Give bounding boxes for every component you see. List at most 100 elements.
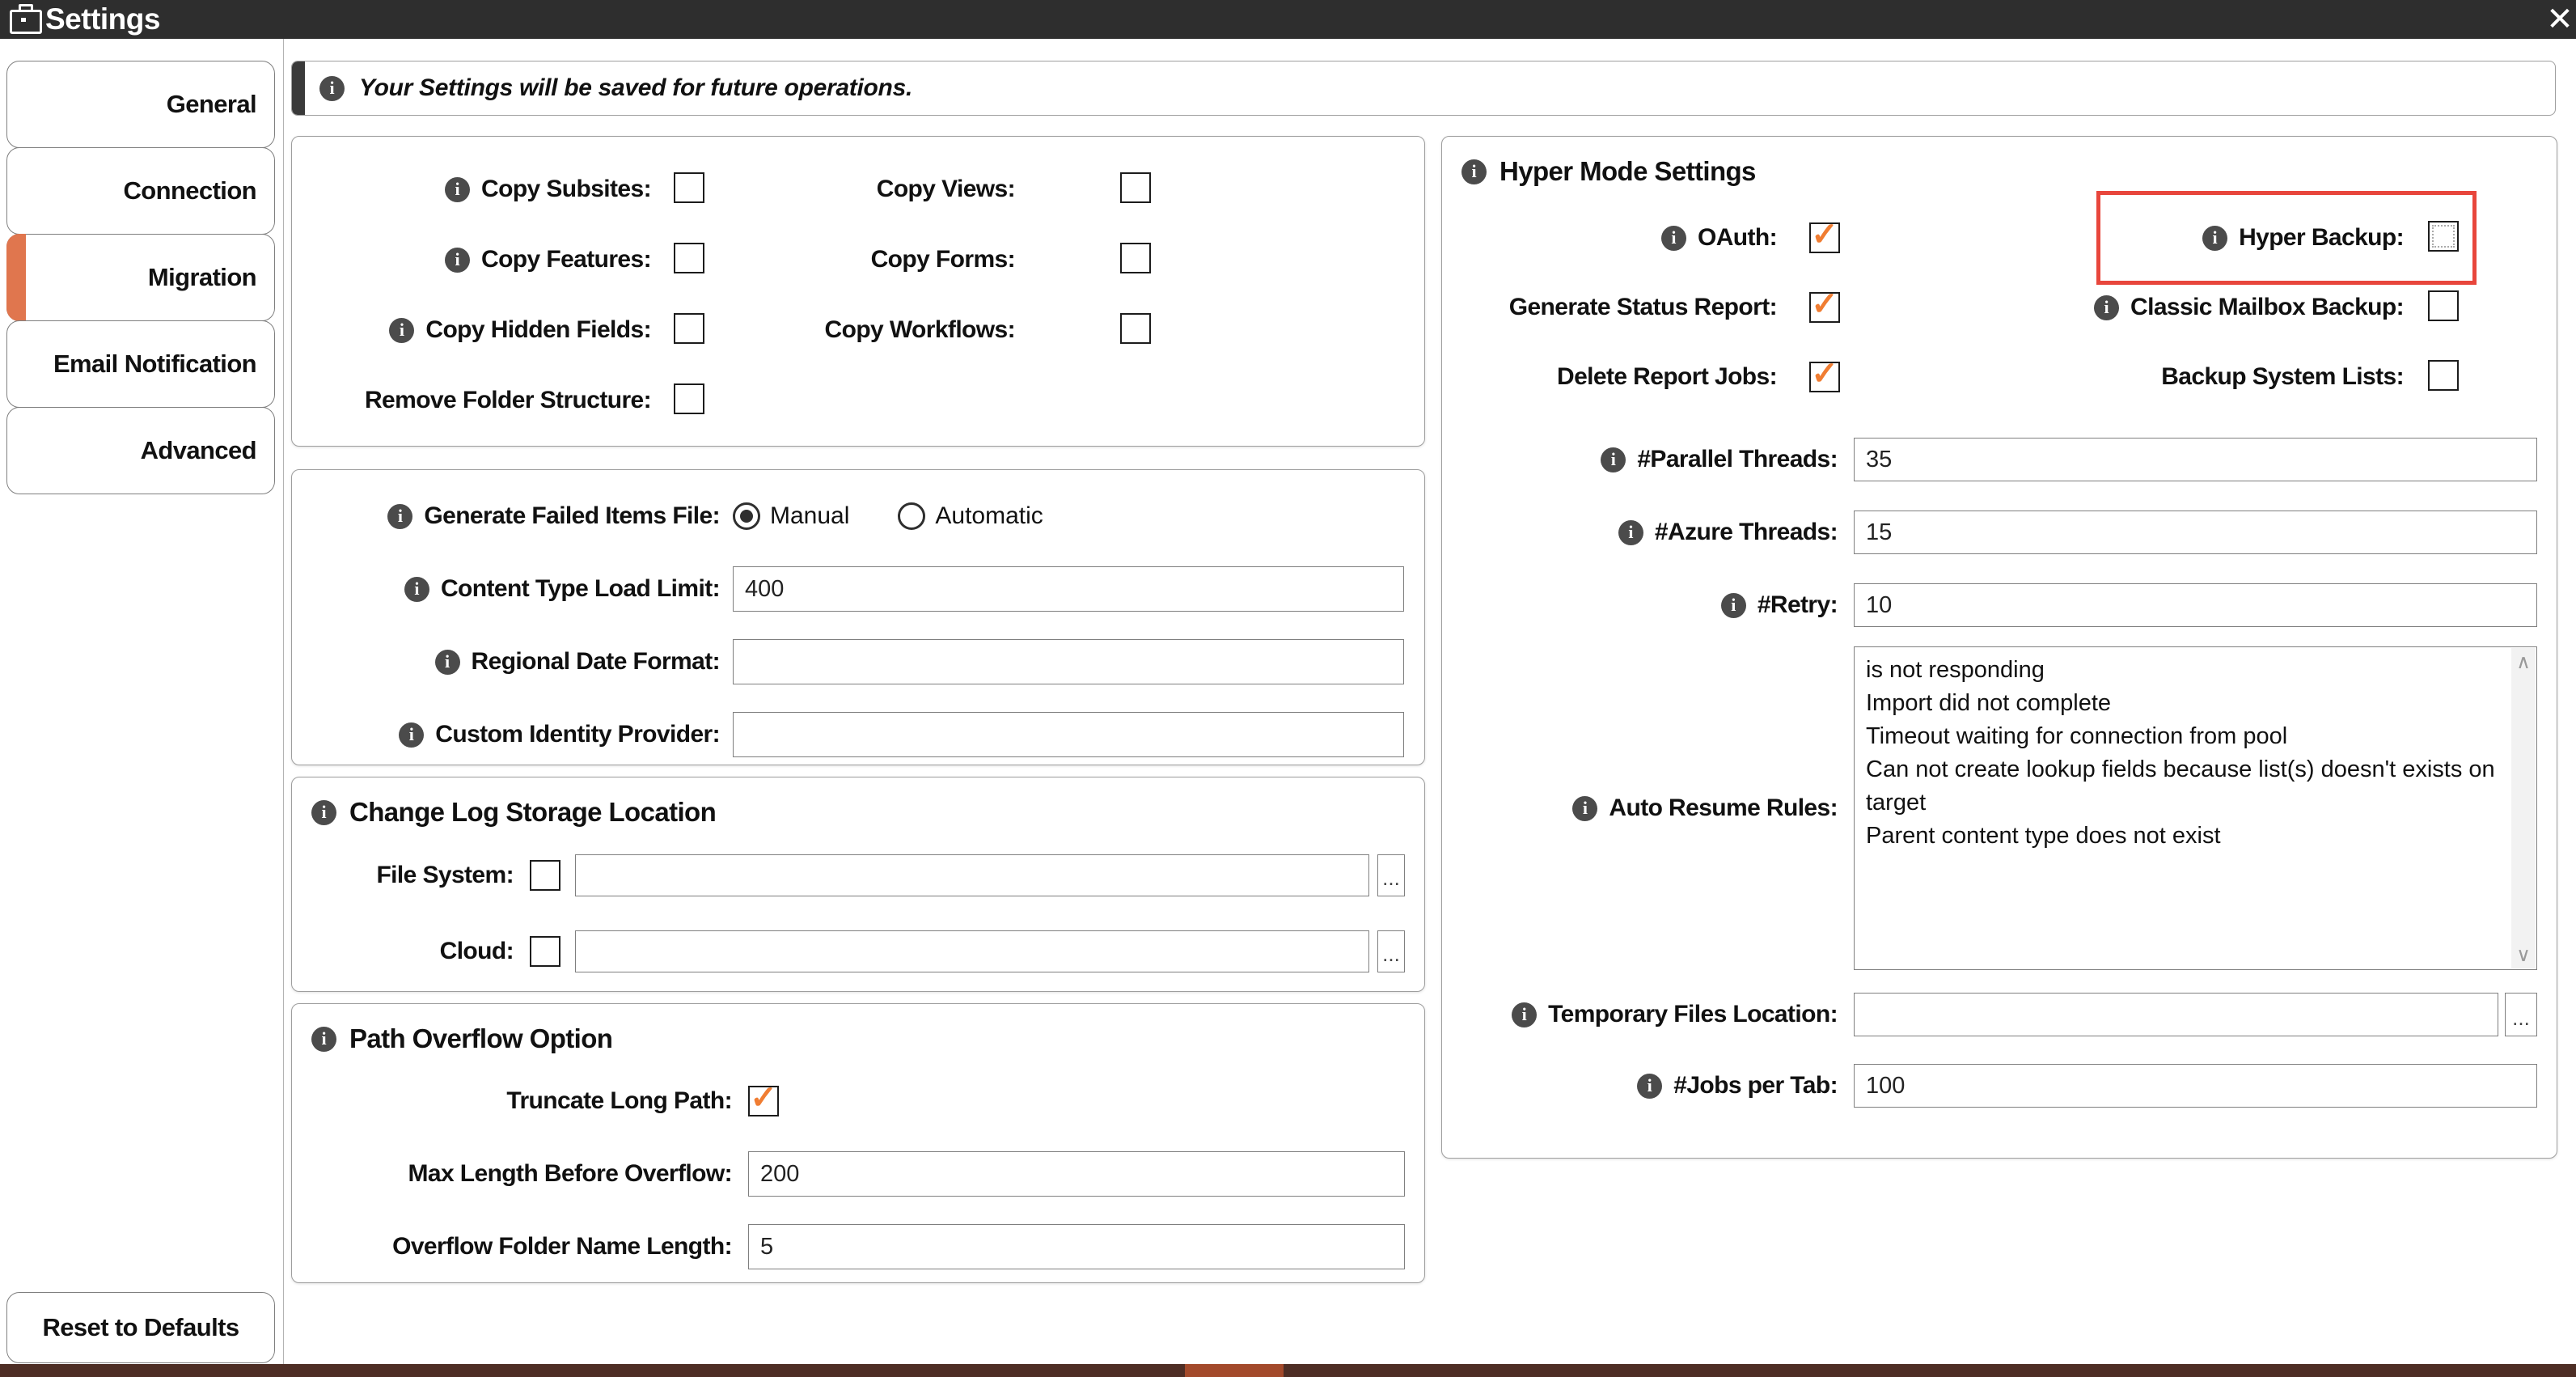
cloud-row: Cloud: ✓ ... bbox=[311, 930, 1405, 973]
file-system-checkbox[interactable]: ✓ bbox=[530, 860, 560, 891]
info-icon[interactable]: i bbox=[404, 577, 429, 602]
info-icon[interactable]: i bbox=[445, 177, 470, 202]
scroll-down-icon[interactable]: ∨ bbox=[2511, 941, 2536, 968]
tab-email-notification[interactable]: Email Notification bbox=[6, 320, 275, 408]
hyper-backup-checkbox[interactable]: ✓ bbox=[2428, 221, 2459, 252]
jobs-per-tab-input[interactable] bbox=[1854, 1064, 2537, 1108]
info-icon[interactable]: i bbox=[2094, 295, 2119, 320]
info-icon[interactable]: i bbox=[1637, 1074, 1662, 1099]
automatic-radio-label[interactable]: Automatic bbox=[935, 502, 1043, 530]
info-icon[interactable]: i bbox=[435, 650, 460, 675]
info-icon[interactable]: i bbox=[389, 318, 414, 343]
info-icon[interactable]: i bbox=[311, 1027, 336, 1052]
truncate-long-path-checkbox[interactable]: ✓ bbox=[748, 1086, 779, 1116]
change-log-panel: i Change Log Storage Location File Syste… bbox=[291, 777, 1425, 992]
manual-radio-label[interactable]: Manual bbox=[770, 502, 849, 530]
info-icon[interactable]: i bbox=[1461, 159, 1487, 184]
banner-text: Your Settings will be saved for future o… bbox=[359, 74, 912, 102]
content-type-load-limit-input[interactable] bbox=[733, 566, 1404, 612]
tab-connection-label: Connection bbox=[124, 176, 257, 205]
tab-connection[interactable]: Connection bbox=[6, 147, 275, 235]
max-length-label: Max Length Before Overflow: bbox=[311, 1160, 732, 1188]
parallel-threads-row: i #Parallel Threads: bbox=[1461, 423, 2537, 496]
copy-workflows-checkbox[interactable]: ✓ bbox=[1120, 313, 1151, 344]
regional-date-format-input[interactable] bbox=[733, 639, 1404, 684]
tab-advanced-label: Advanced bbox=[141, 436, 256, 465]
status-report-classic-backup-row: Generate Status Report: ✓ i Classic Mail… bbox=[1461, 273, 2537, 342]
copy-row-hidden-workflows: i Copy Hidden Fields: ✓ Copy Workflows: … bbox=[311, 310, 1405, 350]
close-icon[interactable]: ✕ bbox=[2537, 2, 2576, 37]
regional-date-format-label: Regional Date Format: bbox=[472, 648, 720, 676]
copy-features-checkbox[interactable]: ✓ bbox=[674, 243, 704, 273]
sidebar-divider bbox=[283, 39, 284, 1364]
info-icon[interactable]: i bbox=[387, 504, 412, 529]
info-icon[interactable]: i bbox=[2202, 226, 2227, 251]
info-icon[interactable]: i bbox=[399, 722, 424, 748]
content-type-load-limit-row: i Content Type Load Limit: bbox=[311, 566, 1405, 612]
auto-resume-rules-textarea[interactable]: is not responding Import did not complet… bbox=[1854, 646, 2537, 970]
custom-identity-provider-input[interactable] bbox=[733, 712, 1404, 757]
info-icon[interactable]: i bbox=[311, 800, 336, 825]
file-system-browse-button[interactable]: ... bbox=[1377, 854, 1405, 896]
copy-subsites-checkbox[interactable]: ✓ bbox=[674, 172, 704, 203]
file-system-row: File System: ✓ ... bbox=[311, 854, 1405, 897]
truncate-long-path-row: Truncate Long Path: ✓ bbox=[311, 1078, 1405, 1124]
textarea-scrollbar[interactable]: ∧ ∨ bbox=[2511, 648, 2536, 968]
oauth-checkbox[interactable]: ✓ bbox=[1809, 222, 1840, 253]
generate-status-report-checkbox[interactable]: ✓ bbox=[1809, 292, 1840, 323]
status-bar bbox=[0, 1364, 2576, 1377]
info-icon[interactable]: i bbox=[1601, 447, 1626, 472]
info-icon[interactable]: i bbox=[1721, 593, 1746, 618]
oauth-label: OAuth: bbox=[1698, 224, 1777, 252]
check-icon: ✓ bbox=[1811, 218, 1838, 251]
file-system-path-input[interactable] bbox=[575, 854, 1369, 896]
copy-hidden-fields-checkbox[interactable]: ✓ bbox=[674, 313, 704, 344]
check-icon: ✓ bbox=[1811, 288, 1838, 320]
cloud-checkbox[interactable]: ✓ bbox=[530, 936, 560, 967]
generate-status-report-label: Generate Status Report: bbox=[1509, 294, 1777, 321]
file-system-label: File System: bbox=[311, 862, 514, 889]
info-icon[interactable]: i bbox=[1572, 796, 1597, 821]
backup-system-lists-checkbox[interactable]: ✓ bbox=[2428, 360, 2459, 391]
info-icon[interactable]: i bbox=[1618, 520, 1643, 545]
overflow-folder-name-length-input[interactable] bbox=[748, 1224, 1405, 1269]
generate-failed-items-row: i Generate Failed Items File: Manual Aut… bbox=[311, 493, 1405, 540]
retry-input[interactable] bbox=[1854, 583, 2537, 627]
scroll-up-icon[interactable]: ∧ bbox=[2511, 648, 2536, 676]
info-banner: i Your Settings will be saved for future… bbox=[291, 61, 2556, 116]
info-icon[interactable]: i bbox=[1661, 226, 1686, 251]
tab-migration[interactable]: Migration bbox=[6, 234, 275, 321]
cloud-path-input[interactable] bbox=[575, 930, 1369, 972]
parallel-threads-input[interactable] bbox=[1854, 438, 2537, 481]
delete-report-jobs-checkbox[interactable]: ✓ bbox=[1809, 362, 1840, 392]
hyper-backup-label: Hyper Backup: bbox=[2239, 224, 2404, 252]
path-overflow-title: Path Overflow Option bbox=[349, 1023, 612, 1054]
copy-forms-checkbox[interactable]: ✓ bbox=[1120, 243, 1151, 273]
azure-threads-row: i #Azure Threads: bbox=[1461, 496, 2537, 569]
copy-row-remove-folder: Remove Folder Structure: ✓ bbox=[311, 380, 1405, 421]
manual-radio[interactable] bbox=[733, 502, 760, 530]
azure-threads-input[interactable] bbox=[1854, 511, 2537, 554]
automatic-radio[interactable] bbox=[898, 502, 925, 530]
hyper-mode-title: Hyper Mode Settings bbox=[1499, 156, 1756, 187]
info-icon[interactable]: i bbox=[1512, 1002, 1537, 1027]
overflow-folder-name-length-label: Overflow Folder Name Length: bbox=[311, 1233, 732, 1260]
delete-report-backup-lists-row: Delete Report Jobs: ✓ Backup System List… bbox=[1461, 342, 2537, 412]
tab-general[interactable]: General bbox=[6, 61, 275, 148]
regional-date-format-row: i Regional Date Format: bbox=[311, 638, 1405, 685]
classic-mailbox-backup-checkbox[interactable]: ✓ bbox=[2428, 290, 2459, 321]
temporary-files-browse-button[interactable]: ... bbox=[2505, 993, 2537, 1036]
custom-identity-provider-label: Custom Identity Provider: bbox=[435, 721, 720, 748]
copy-views-checkbox[interactable]: ✓ bbox=[1120, 172, 1151, 203]
custom-identity-provider-row: i Custom Identity Provider: bbox=[311, 711, 1405, 758]
cloud-browse-button[interactable]: ... bbox=[1377, 930, 1405, 972]
max-length-input[interactable] bbox=[748, 1151, 1405, 1197]
radio-dot bbox=[740, 510, 753, 523]
temporary-files-location-input[interactable] bbox=[1854, 993, 2498, 1036]
info-icon[interactable]: i bbox=[445, 248, 470, 273]
tab-advanced[interactable]: Advanced bbox=[6, 407, 275, 494]
auto-resume-rules-row: i Auto Resume Rules: is not responding I… bbox=[1461, 646, 2537, 970]
check-icon: ✓ bbox=[1811, 358, 1838, 390]
remove-folder-structure-checkbox[interactable]: ✓ bbox=[674, 383, 704, 414]
reset-to-defaults-button[interactable]: Reset to Defaults bbox=[6, 1292, 275, 1363]
